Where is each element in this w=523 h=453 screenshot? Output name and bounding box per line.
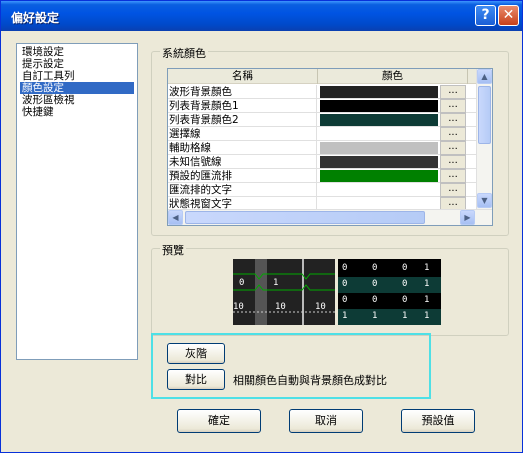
color-picker-button[interactable]: ...: [440, 141, 466, 155]
vertical-scroll-thumb[interactable]: [478, 86, 491, 144]
nav-item-waveform-view[interactable]: 波形區檢視: [20, 94, 134, 106]
table-row[interactable]: 列表背景顏色1...: [168, 99, 476, 113]
preview-row: 0 0 0 1: [338, 261, 441, 277]
preview-bit: 0: [372, 295, 378, 305]
color-name: 匯流排的文字: [169, 183, 317, 197]
close-button[interactable]: ✕: [498, 5, 519, 26]
nav-item-shortcuts[interactable]: 快捷鍵: [20, 106, 134, 118]
color-swatch[interactable]: [320, 114, 438, 126]
preview-bit: 1: [342, 311, 348, 321]
column-header-name[interactable]: 名稱: [168, 69, 318, 84]
preview-bit: 1: [402, 311, 408, 321]
color-picker-button[interactable]: ...: [440, 169, 466, 183]
preview-bit: 0: [342, 263, 348, 273]
table-row[interactable]: 未知信號線...: [168, 155, 476, 169]
preview-bus-value-one: 1: [273, 278, 279, 288]
preview-bus-value-ten-b: 10: [275, 302, 286, 312]
preview-bit: 1: [424, 263, 430, 273]
color-swatch[interactable]: [320, 128, 438, 140]
preview-bit: 1: [372, 311, 378, 321]
color-picker-button[interactable]: ...: [440, 85, 466, 99]
color-picker-button[interactable]: ...: [440, 127, 466, 141]
preview-row: 1 1 1 1: [338, 309, 441, 325]
scroll-down-icon[interactable]: ▼: [477, 193, 492, 208]
color-swatch[interactable]: [320, 100, 438, 112]
category-list[interactable]: 環境設定 提示設定 自訂工具列 顏色設定 波形區檢視 快捷鍵: [16, 43, 138, 360]
preview-bit: 0: [342, 279, 348, 289]
ok-button[interactable]: 確定: [177, 409, 261, 433]
column-header-color[interactable]: 顏色: [318, 69, 468, 84]
preview-label: 預覽: [160, 242, 186, 258]
scroll-left-icon[interactable]: ◀: [168, 210, 183, 225]
grayscale-button[interactable]: 灰階: [167, 343, 225, 364]
color-name: 波形背景顏色: [169, 85, 317, 99]
title-bar[interactable]: 偏好設定 ? ✕: [1, 1, 522, 31]
color-name: 預設的匯流排: [169, 169, 317, 183]
horizontal-scroll-thumb[interactable]: [185, 211, 425, 224]
table-row[interactable]: 預設的匯流排...: [168, 169, 476, 183]
color-name: 列表背景顏色1: [169, 99, 317, 113]
color-grid[interactable]: 名稱 顏色 波形背景顏色... 列表背景顏色1... 列表背景顏色2... 選擇…: [167, 68, 493, 226]
nav-item-color-settings[interactable]: 顏色設定: [20, 82, 134, 94]
preview-bus-value-ten-c: 10: [315, 302, 326, 312]
waveform-preview: 0 1 10 10 10: [233, 259, 335, 325]
color-name: 列表背景顏色2: [169, 113, 317, 127]
preview-bit: 0: [372, 279, 378, 289]
preview-bit: 1: [424, 279, 430, 289]
preview-bit: 0: [372, 263, 378, 273]
color-swatch[interactable]: [320, 156, 438, 168]
table-row[interactable]: 波形背景顏色...: [168, 85, 476, 99]
scroll-up-icon[interactable]: ▲: [477, 69, 492, 84]
table-row[interactable]: 列表背景顏色2...: [168, 113, 476, 127]
preview-bus-value-ten-a: 10: [233, 302, 244, 312]
help-button[interactable]: ?: [475, 5, 496, 26]
contrast-description: 相關顏色自動與背景顏色成對比: [233, 374, 387, 387]
preview-bit: 0: [342, 295, 348, 305]
preview-bit: 1: [424, 311, 430, 321]
color-name: 選擇線: [169, 127, 317, 141]
color-picker-button[interactable]: ...: [440, 155, 466, 169]
color-picker-button[interactable]: ...: [440, 113, 466, 127]
grid-header: 名稱 顏色: [168, 69, 476, 84]
color-swatch[interactable]: [320, 184, 438, 196]
bus-waveform: [233, 273, 335, 313]
table-row[interactable]: 輔助格線...: [168, 141, 476, 155]
preview-bit: 0: [402, 295, 408, 305]
preview-bit: 0: [402, 263, 408, 273]
color-name: 未知信號線: [169, 155, 317, 169]
preview-bit: 1: [424, 295, 430, 305]
vertical-scrollbar[interactable]: ▲ ▼: [476, 69, 492, 209]
preview-row: 0 0 0 1: [338, 277, 441, 293]
system-colors-label: 系統顏色: [160, 45, 208, 61]
preview-bus-value-zero: 0: [239, 278, 245, 288]
preferences-dialog: 偏好設定 ? ✕ 環境設定 提示設定 自訂工具列 顏色設定 波形區檢視 快捷鍵 …: [0, 0, 523, 453]
horizontal-scrollbar[interactable]: ◀ ▶: [168, 209, 492, 225]
list-preview: 0 0 0 1 0 0 0 1 0 0 0 1 1 1 1 1: [338, 259, 441, 325]
color-swatch[interactable]: [320, 86, 438, 98]
color-name: 輔助格線: [169, 141, 317, 155]
window-title: 偏好設定: [11, 11, 60, 25]
table-row[interactable]: 匯流排的文字...: [168, 183, 476, 197]
color-swatch[interactable]: [320, 170, 438, 182]
contrast-button[interactable]: 對比: [167, 369, 225, 390]
preview-row: 0 0 0 1: [338, 293, 441, 309]
color-picker-button[interactable]: ...: [440, 183, 466, 197]
color-swatch[interactable]: [320, 142, 438, 154]
color-picker-button[interactable]: ...: [440, 99, 466, 113]
nav-item-custom-toolbar[interactable]: 自訂工具列: [20, 70, 134, 82]
default-button[interactable]: 預設值: [401, 409, 475, 433]
nav-item-hints[interactable]: 提示設定: [20, 58, 134, 70]
table-row[interactable]: 選擇線...: [168, 127, 476, 141]
cancel-button[interactable]: 取消: [289, 409, 363, 433]
grid-body: 波形背景顏色... 列表背景顏色1... 列表背景顏色2... 選擇線... 輔…: [168, 85, 476, 211]
scroll-right-icon[interactable]: ▶: [460, 210, 475, 225]
preview-bit: 0: [402, 279, 408, 289]
nav-item-environment[interactable]: 環境設定: [20, 46, 134, 58]
